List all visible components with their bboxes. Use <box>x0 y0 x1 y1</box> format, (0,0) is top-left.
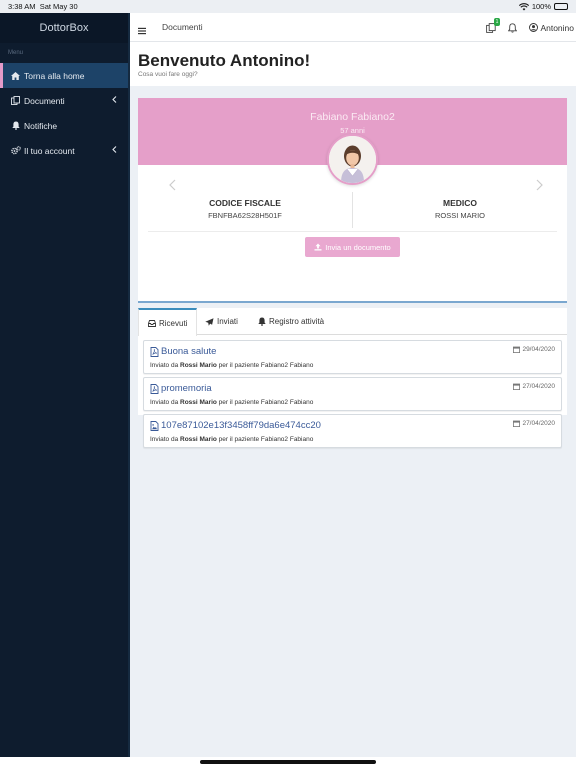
sidebar-item-label: Torna alla home <box>24 70 85 81</box>
codice-fiscale-label: CODICE FISCALE <box>209 198 281 208</box>
notification-badge: 1 <box>493 17 501 26</box>
document-title[interactable]: Buona salute <box>150 346 216 357</box>
sidebar-item-documents[interactable]: Documenti <box>0 88 128 113</box>
document-title[interactable]: promemoria <box>150 383 212 394</box>
battery-icon <box>554 3 568 10</box>
documents-icon <box>10 95 21 106</box>
home-indicator[interactable] <box>200 760 376 764</box>
status-right: 100% <box>518 2 568 11</box>
codice-fiscale-block: CODICE FISCALE FBNFBA62S28H501F <box>138 198 352 220</box>
bell-button[interactable] <box>508 22 518 33</box>
document-date: 27/04/2020 <box>513 383 555 390</box>
document-date: 27/04/2020 <box>513 420 555 427</box>
menu-header: Menu <box>8 50 24 56</box>
medico-value: ROSSI MARIO <box>434 211 485 220</box>
next-patient-arrow[interactable] <box>536 178 543 196</box>
gears-icon <box>10 145 21 156</box>
calendar-icon <box>513 346 521 353</box>
documents-notification-button[interactable]: 1 <box>486 17 501 33</box>
document-title[interactable]: 107e87102e13f3458ff79da6e474cc20 <box>150 420 321 431</box>
user-circle-icon <box>529 23 539 32</box>
username: Antonino <box>540 22 574 33</box>
sidebar-item-notifications[interactable]: Notifiche <box>0 113 128 138</box>
chevron-right-icon <box>536 179 543 191</box>
bell-icon <box>508 22 518 33</box>
status-time: 3:38 AM Sat May 30 <box>8 2 78 11</box>
upload-icon <box>314 243 322 251</box>
page-subtitle: Cosa vuoi fare oggi? <box>138 71 198 78</box>
brand-logo[interactable]: DottorBox <box>0 13 128 43</box>
document-item[interactable]: promemoria 27/04/2020 Inviato da Rossi M… <box>143 377 562 411</box>
send-document-button[interactable]: Invia un documento <box>305 237 400 257</box>
battery-percent: 100% <box>531 2 551 11</box>
home-icon <box>10 70 21 81</box>
bell-icon <box>10 120 21 131</box>
patient-name: Fabiano Fabiano2 <box>310 111 395 123</box>
patient-avatar-icon <box>329 136 376 183</box>
page-title: Benvenuto Antonino! <box>138 51 311 70</box>
medico-label: MEDICO <box>443 198 477 208</box>
document-meta: Inviato da Rossi Mario per il paziente F… <box>150 399 314 406</box>
image-file-icon <box>150 420 159 431</box>
send-document-label: Invia un documento <box>325 242 391 252</box>
codice-fiscale-value: FBNFBA62S28H501F <box>208 211 282 220</box>
hamburger-menu-icon[interactable] <box>138 22 146 40</box>
sidebar: DottorBox Menu Torna alla home Documenti… <box>0 13 130 757</box>
breadcrumb: Documenti <box>162 22 203 32</box>
card-divider <box>148 231 557 232</box>
patient-card: Fabiano Fabiano2 57 anni CODICE FISCALE … <box>138 98 567 303</box>
calendar-icon <box>513 420 521 427</box>
chevron-left-icon <box>112 95 117 105</box>
medico-block: MEDICO ROSSI MARIO <box>353 198 567 220</box>
sidebar-item-label: Notifiche <box>24 120 58 131</box>
pdf-file-icon <box>150 383 159 394</box>
pdf-file-icon <box>150 346 159 357</box>
calendar-icon <box>513 383 521 390</box>
tab-label: Inviati <box>217 317 238 326</box>
status-bar: 3:38 AM Sat May 30 100% <box>0 0 576 13</box>
sidebar-item-home[interactable]: Torna alla home <box>0 63 128 88</box>
wifi-icon <box>518 2 529 10</box>
previous-patient-arrow[interactable] <box>169 178 176 196</box>
home-indicator-area <box>0 757 576 768</box>
documents-panel: Ricevuti Inviati Registro attività Buona… <box>138 308 567 448</box>
document-meta: Inviato da Rossi Mario per il paziente F… <box>150 436 314 443</box>
chevron-left-icon <box>169 179 176 191</box>
avatar <box>327 134 378 185</box>
main-content: Benvenuto Antonino! Cosa vuoi fare oggi?… <box>130 42 576 757</box>
sidebar-item-label: Documenti <box>24 95 65 106</box>
topbar-actions: 1 Antonino <box>486 13 576 42</box>
document-sender: Rossi Mario <box>180 399 217 406</box>
document-item[interactable]: Buona salute 29/04/2020 Inviato da Rossi… <box>143 340 562 374</box>
tabs-bar: Ricevuti Inviati Registro attività <box>138 308 567 336</box>
paper-plane-icon <box>205 317 214 326</box>
top-bar: Documenti 1 Antonino <box>130 13 576 42</box>
document-sender: Rossi Mario <box>180 436 217 443</box>
user-menu[interactable]: Antonino <box>529 23 574 33</box>
tab-registro-attivita[interactable]: Registro attività <box>258 308 324 335</box>
document-sender: Rossi Mario <box>180 362 217 369</box>
sidebar-item-label: Il tuo account <box>24 145 75 156</box>
tab-label: Ricevuti <box>159 318 188 328</box>
document-item[interactable]: 107e87102e13f3458ff79da6e474cc20 27/04/2… <box>143 414 562 448</box>
document-date: 29/04/2020 <box>513 346 555 353</box>
document-meta: Inviato da Rossi Mario per il paziente F… <box>150 362 314 369</box>
sidebar-item-account[interactable]: Il tuo account <box>0 138 128 163</box>
tab-inviati[interactable]: Inviati <box>205 308 238 335</box>
chevron-left-icon <box>112 145 117 155</box>
tab-ricevuti[interactable]: Ricevuti <box>138 308 198 336</box>
tab-label: Registro attività <box>269 317 325 326</box>
page-header: Benvenuto Antonino! Cosa vuoi fare oggi? <box>130 42 576 86</box>
inbox-icon <box>148 319 156 327</box>
bell-icon <box>258 317 266 326</box>
